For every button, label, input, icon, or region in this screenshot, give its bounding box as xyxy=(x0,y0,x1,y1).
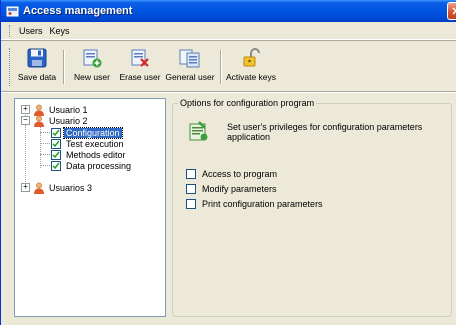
collapse-button[interactable]: − xyxy=(21,116,30,125)
tree-item-data-processing-label: Data processing xyxy=(66,160,132,171)
tree-item-configuration-label: Configuration xyxy=(63,126,123,139)
activate-keys-label: Activate keys xyxy=(225,72,277,82)
print-config-parameters-option[interactable]: Print configuration parameters xyxy=(186,199,323,209)
tree-user-3[interactable]: Usuarios 3 xyxy=(33,182,94,194)
expand-button[interactable]: + xyxy=(21,105,30,114)
new-user-button[interactable]: New user xyxy=(69,48,115,88)
user-icon xyxy=(34,115,44,127)
tree-connector-children xyxy=(40,122,41,168)
window-title: Access management xyxy=(23,5,133,17)
general-user-label: General user xyxy=(165,72,215,82)
tree-user-3-label: Usuarios 3 xyxy=(49,182,93,193)
tree-item-configuration[interactable]: Configuration xyxy=(51,126,123,139)
save-data-button[interactable]: Save data xyxy=(15,48,59,88)
menu-bar: Users Keys xyxy=(1,22,456,40)
close-button[interactable]: ✕ xyxy=(447,2,456,20)
menu-users[interactable]: Users xyxy=(16,24,46,38)
expand-button[interactable]: + xyxy=(21,183,30,192)
options-panel: Options for configuration program Set us… xyxy=(172,98,452,317)
new-user-icon xyxy=(83,49,102,68)
erase-user-button[interactable]: Erase user xyxy=(116,48,164,88)
toolbar-grip xyxy=(9,48,12,86)
print-config-parameters-checkbox[interactable] xyxy=(186,199,196,209)
erase-user-label: Erase user xyxy=(119,72,161,82)
checkbox-checked[interactable] xyxy=(51,149,61,160)
padlock-icon xyxy=(243,48,260,67)
menubar-grip xyxy=(9,24,12,37)
activate-keys-button[interactable]: Activate keys xyxy=(225,48,277,88)
tree-branch xyxy=(40,132,50,133)
tree-item-data-processing[interactable]: Data processing xyxy=(51,160,133,171)
title-bar[interactable]: Access management ✕ xyxy=(1,0,456,22)
erase-user-icon xyxy=(131,49,149,67)
tree-user-1-label: Usuario 1 xyxy=(49,104,88,115)
access-to-program-option[interactable]: Access to program xyxy=(186,169,277,179)
general-user-button[interactable]: General user xyxy=(164,48,216,88)
tree-branch xyxy=(40,165,50,166)
toolbar-separator-2 xyxy=(220,50,222,84)
options-group-title: Options for configuration program xyxy=(178,98,317,108)
tree-user-2-label: Usuario 2 xyxy=(49,115,88,126)
tree-user-1[interactable]: Usuario 1 xyxy=(33,104,90,116)
toolbar: Save data New user Erase user General us… xyxy=(1,42,456,92)
tree-item-test-execution-label: Test execution xyxy=(66,138,124,149)
app-window: Access management ✕ Users Keys Save data xyxy=(0,0,456,325)
floppy-disk-icon xyxy=(27,48,47,68)
options-description: Set user's privileges for configuration … xyxy=(227,122,423,142)
modify-parameters-option[interactable]: Modify parameters xyxy=(186,184,277,194)
print-config-parameters-label: Print configuration parameters xyxy=(202,199,323,209)
app-icon xyxy=(5,4,19,18)
access-to-program-label: Access to program xyxy=(202,169,278,179)
checkbox-checked[interactable] xyxy=(51,127,61,138)
general-user-icon xyxy=(179,49,200,68)
checkmark-icon xyxy=(52,140,60,147)
configuration-icon xyxy=(189,121,208,141)
modify-parameters-checkbox[interactable] xyxy=(186,184,196,194)
tree-branch xyxy=(40,154,50,155)
new-user-label: New user xyxy=(74,72,110,82)
tree-item-methods-editor[interactable]: Methods editor xyxy=(51,149,128,160)
toolbar-separator xyxy=(63,50,65,84)
tree-item-test-execution[interactable]: Test execution xyxy=(51,138,126,149)
save-data-label: Save data xyxy=(17,72,57,82)
menu-keys[interactable]: Keys xyxy=(47,24,73,38)
user-tree[interactable]: + Usuario 1 − Usuario 2 Configuration Te… xyxy=(14,98,166,317)
checkmark-icon xyxy=(52,151,60,158)
checkbox-checked[interactable] xyxy=(51,138,61,149)
tree-branch xyxy=(40,143,50,144)
main-content: + Usuario 1 − Usuario 2 Configuration Te… xyxy=(1,94,456,325)
tree-item-methods-editor-label: Methods editor xyxy=(66,149,126,160)
checkmark-icon xyxy=(52,129,60,136)
tree-user-2[interactable]: Usuario 2 xyxy=(33,115,90,127)
checkbox-checked[interactable] xyxy=(51,160,61,171)
access-to-program-checkbox[interactable] xyxy=(186,169,196,179)
checkmark-icon xyxy=(52,162,60,169)
user-icon xyxy=(34,182,44,194)
modify-parameters-label: Modify parameters xyxy=(202,184,277,194)
